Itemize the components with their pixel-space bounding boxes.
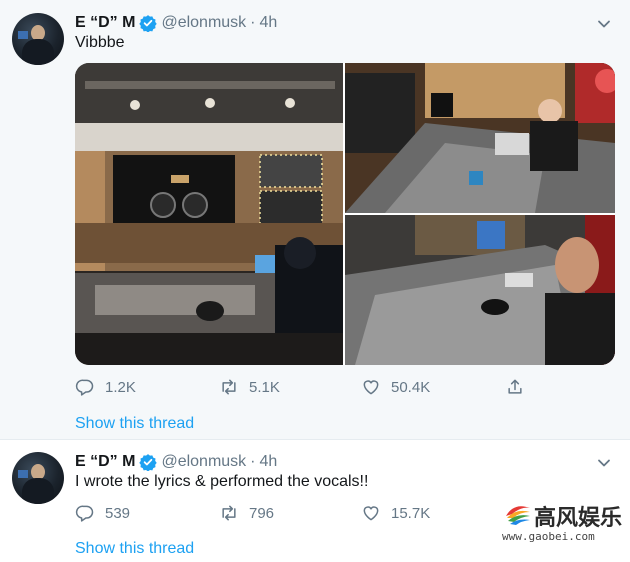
- tweet-header: E “D” M @elonmusk · 4h: [75, 451, 277, 473]
- like-button[interactable]: 15.7K: [361, 503, 430, 523]
- reply-button[interactable]: 539: [75, 503, 130, 523]
- tweet-text: Vibbbe: [75, 34, 125, 51]
- tweet-actions: 1.2K 5.1K 50.4K: [75, 377, 535, 399]
- studio-photo-2[interactable]: [345, 63, 615, 213]
- media-grid[interactable]: [75, 63, 615, 365]
- reply-icon: [75, 505, 94, 522]
- share-icon: [508, 379, 522, 394]
- tweet-1[interactable]: E “D” M @elonmusk · 4h Vibbbe 1.2K 5.1K …: [0, 0, 630, 440]
- author-name[interactable]: E “D” M: [75, 14, 135, 32]
- reply-count: 1.2K: [105, 378, 136, 396]
- tweet-actions: 539 796 15.7K: [75, 503, 535, 525]
- chevron-down-icon[interactable]: [596, 455, 612, 471]
- watermark-logo-icon: [506, 506, 530, 525]
- retweet-button[interactable]: 796: [219, 503, 274, 523]
- author-handle[interactable]: @elonmusk: [161, 453, 246, 471]
- reply-icon: [75, 379, 94, 396]
- avatar[interactable]: [12, 13, 64, 65]
- reply-button[interactable]: 1.2K: [75, 377, 136, 397]
- studio-photo-3[interactable]: [345, 215, 615, 365]
- retweet-count: 5.1K: [249, 378, 280, 396]
- studio-photo-1[interactable]: [75, 63, 343, 365]
- tweet-time[interactable]: 4h: [260, 14, 278, 32]
- like-count: 50.4K: [391, 378, 431, 396]
- avatar[interactable]: [12, 452, 64, 504]
- show-thread-link[interactable]: Show this thread: [75, 415, 194, 433]
- separator-dot: ·: [250, 14, 256, 31]
- verified-badge-icon: [139, 15, 158, 32]
- watermark: 高风娱乐 www.gaobei.com: [498, 500, 623, 546]
- author-handle[interactable]: @elonmusk: [161, 14, 246, 32]
- retweet-icon: [222, 505, 236, 521]
- tweet-time[interactable]: 4h: [260, 453, 278, 471]
- show-thread-link[interactable]: Show this thread: [75, 540, 194, 558]
- tweet-header: E “D” M @elonmusk · 4h: [75, 12, 277, 34]
- retweet-icon: [222, 379, 236, 395]
- reply-count: 539: [105, 504, 131, 522]
- retweet-button[interactable]: 5.1K: [219, 377, 280, 397]
- like-button[interactable]: 50.4K: [361, 377, 430, 397]
- chevron-down-icon[interactable]: [596, 16, 612, 32]
- watermark-title: 高风娱乐: [534, 505, 623, 531]
- retweet-count: 796: [249, 504, 275, 522]
- like-icon: [363, 506, 379, 521]
- like-icon: [363, 380, 379, 395]
- like-count: 15.7K: [391, 504, 431, 522]
- tweet-text: I wrote the lyrics & performed the vocal…: [75, 473, 369, 490]
- watermark-url: www.gaobei.com: [502, 530, 595, 543]
- verified-badge-icon: [139, 454, 158, 471]
- share-button[interactable]: [505, 377, 535, 397]
- author-name[interactable]: E “D” M: [75, 453, 135, 471]
- separator-dot: ·: [250, 453, 256, 470]
